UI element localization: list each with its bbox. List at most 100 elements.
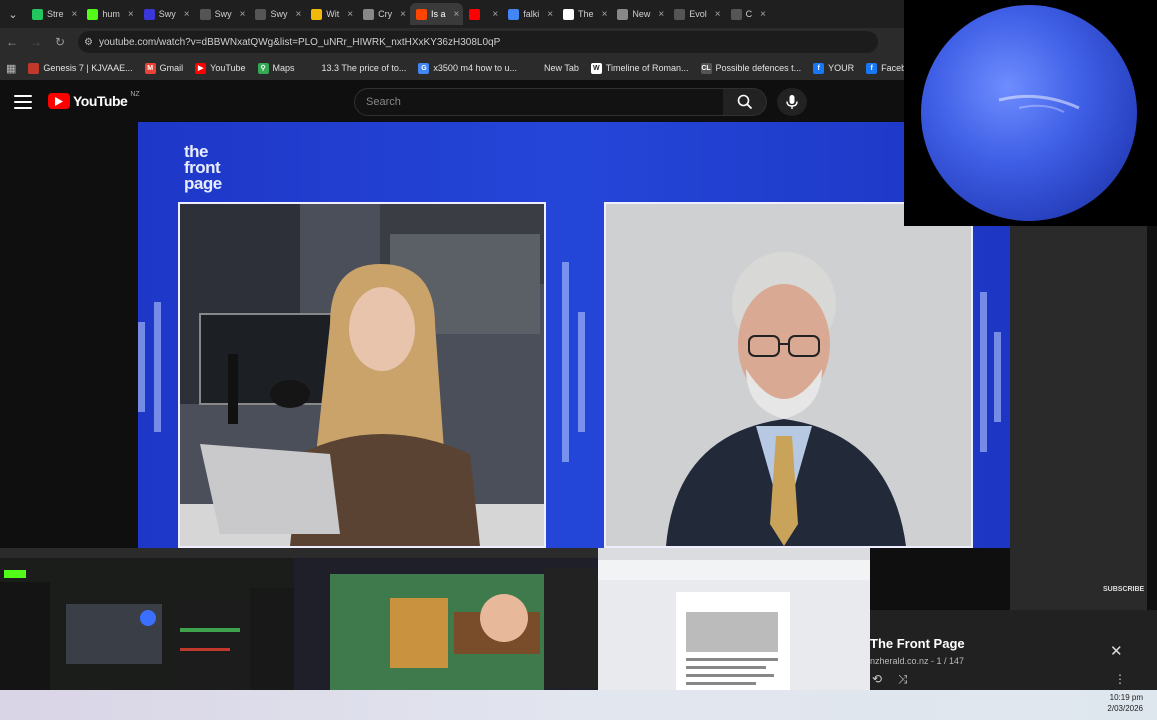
tab-close-icon[interactable]: ×: [184, 9, 190, 20]
forward-button[interactable]: →: [24, 30, 48, 54]
tab-favicon-icon: [617, 8, 629, 20]
tab-close-icon[interactable]: ×: [240, 9, 246, 20]
video-player[interactable]: the front page: [138, 122, 1010, 548]
bookmark-favicon-icon: ▶: [195, 62, 207, 74]
playlist-subtitle: nzherald.co.nz - 1 / 147: [870, 656, 965, 666]
thumbnail-game-stream[interactable]: [294, 548, 598, 712]
microphone-icon: [786, 95, 798, 109]
back-button[interactable]: ←: [0, 30, 24, 54]
bookmark-item[interactable]: Genesis 7 | KJVAAE...: [22, 62, 138, 74]
bookmark-label: x3500 m4 how to u...: [433, 63, 517, 73]
thumbnail-document[interactable]: [598, 548, 870, 712]
tab-close-icon[interactable]: ×: [547, 9, 553, 20]
browser-tab[interactable]: falki ×: [502, 3, 557, 25]
tab-favicon-icon: [87, 8, 99, 20]
bookmark-favicon-icon: [529, 63, 540, 74]
tab-close-icon[interactable]: ×: [347, 9, 353, 20]
bookmark-favicon-icon: f: [813, 62, 825, 74]
loop-playlist-icon[interactable]: ⟲: [872, 672, 882, 686]
bookmark-item[interactable]: 13.3 The price of to...: [301, 63, 413, 74]
site-info-icon[interactable]: ⚙: [84, 37, 93, 48]
tab-close-icon[interactable]: ×: [492, 9, 498, 20]
bookmark-label: Genesis 7 | KJVAAE...: [43, 63, 133, 73]
browser-tab[interactable]: Stre ×: [26, 3, 81, 25]
tab-favicon-icon: [311, 8, 323, 20]
browser-toolbar: ← → ↻ ⚙ youtube.com/watch?v=dBBWNxatQWg&…: [0, 28, 904, 56]
tab-title: Wit: [326, 9, 340, 19]
browser-tab[interactable]: ×: [463, 3, 502, 25]
voice-search-button[interactable]: [777, 88, 807, 116]
browser-tab[interactable]: Swy ×: [138, 3, 194, 25]
system-clock[interactable]: 10:19 pm 2/03/2026: [1107, 692, 1143, 714]
search-button[interactable]: [723, 88, 767, 116]
bookmark-item[interactable]: W Timeline of Roman...: [585, 62, 695, 74]
bookmark-label: YouTube: [210, 63, 246, 73]
browser-tab[interactable]: hum ×: [81, 3, 137, 25]
close-icon[interactable]: ✕: [1110, 642, 1123, 660]
tab-close-icon[interactable]: ×: [602, 9, 608, 20]
address-bar[interactable]: ⚙ youtube.com/watch?v=dBBWNxatQWg&list=P…: [78, 31, 878, 53]
bookmark-item[interactable]: fFacebook green: [860, 62, 904, 74]
playlist-title[interactable]: The Front Page: [870, 636, 965, 651]
browser-tab[interactable]: Swy ×: [194, 3, 250, 25]
bookmark-item[interactable]: Gx3500 m4 how to u...: [412, 62, 523, 74]
bookmark-favicon-icon: M: [144, 62, 156, 74]
browser-tab[interactable]: New ×: [611, 3, 668, 25]
reload-button[interactable]: ↻: [48, 30, 72, 54]
equalizer-bar: [138, 322, 145, 412]
bookmark-item[interactable]: ⚲ Maps: [252, 62, 301, 74]
bookmark-favicon-icon: G: [418, 62, 430, 74]
youtube-wordmark: YouTube: [73, 93, 128, 109]
menu-icon[interactable]: [14, 93, 32, 111]
window-thumbnails-strip: [0, 548, 870, 712]
tab-close-icon[interactable]: ×: [295, 9, 301, 20]
bookmark-item[interactable]: f YOUR: [807, 62, 860, 74]
bookmark-favicon-icon: W: [590, 62, 602, 74]
browser-tab[interactable]: Evol ×: [668, 3, 724, 25]
tab-close-icon[interactable]: ×: [715, 9, 721, 20]
browser-tab[interactable]: Is a ×: [409, 3, 464, 25]
tab-favicon-icon: [469, 8, 481, 20]
bookmarks-bar: ▦ Genesis 7 | KJVAAE... M Gmail ▶ YouTube ⚲ Ma…: [0, 56, 904, 81]
bookmark-label: Facebook green: [881, 63, 904, 73]
tab-title: Is a: [430, 9, 446, 19]
bookmark-item[interactable]: CL Possible defences t...: [695, 62, 808, 74]
tab-title: Swy: [214, 9, 232, 19]
browser-tab[interactable]: Swy ×: [249, 3, 305, 25]
apps-grid-icon[interactable]: ▦: [0, 62, 22, 75]
browser-tab[interactable]: The ×: [557, 3, 611, 25]
presenter-video-panel: [178, 202, 546, 548]
presenter-illustration: [180, 204, 544, 546]
guest-illustration: [606, 204, 971, 546]
equalizer-bar: [578, 312, 585, 432]
bookmark-item[interactable]: ▶ YouTube: [189, 62, 251, 74]
tab-title: Swy: [270, 9, 288, 19]
equalizer-bar: [562, 262, 569, 462]
tab-favicon-icon: [199, 8, 211, 20]
subscribe-button[interactable]: SUBSCRIBE: [1103, 586, 1144, 593]
more-options-icon[interactable]: ⋮: [1114, 672, 1126, 686]
tab-title: New: [632, 9, 651, 19]
tab-close-icon[interactable]: ×: [760, 9, 766, 20]
browser-tab[interactable]: Cry ×: [357, 3, 410, 25]
tab-close-icon[interactable]: ×: [72, 9, 78, 20]
tab-title: falki: [523, 9, 540, 19]
tab-close-icon[interactable]: ×: [400, 9, 406, 20]
side-area: [1010, 226, 1147, 610]
search-input[interactable]: Search: [354, 88, 724, 116]
shuffle-icon[interactable]: ⤨: [898, 672, 908, 687]
bookmark-item[interactable]: New Tab: [523, 63, 585, 74]
bookmark-item[interactable]: M Gmail: [139, 62, 190, 74]
thumbnail-kick-stream[interactable]: [0, 548, 294, 712]
os-taskbar: 10:19 pm 2/03/2026: [0, 690, 1157, 720]
tab-close-icon[interactable]: ×: [128, 9, 134, 20]
bookmark-favicon-icon: [307, 63, 318, 74]
tab-title: Evol: [689, 9, 707, 19]
tab-close-icon[interactable]: ×: [658, 9, 664, 20]
browser-tab[interactable]: C ×: [725, 3, 770, 25]
tab-favicon-icon: [363, 8, 375, 20]
tab-close-icon[interactable]: ×: [454, 9, 460, 20]
browser-tab[interactable]: Wit ×: [305, 3, 357, 25]
tab-search-chevron-icon[interactable]: ⌄: [0, 0, 26, 28]
youtube-logo[interactable]: YouTube NZ: [48, 91, 140, 109]
